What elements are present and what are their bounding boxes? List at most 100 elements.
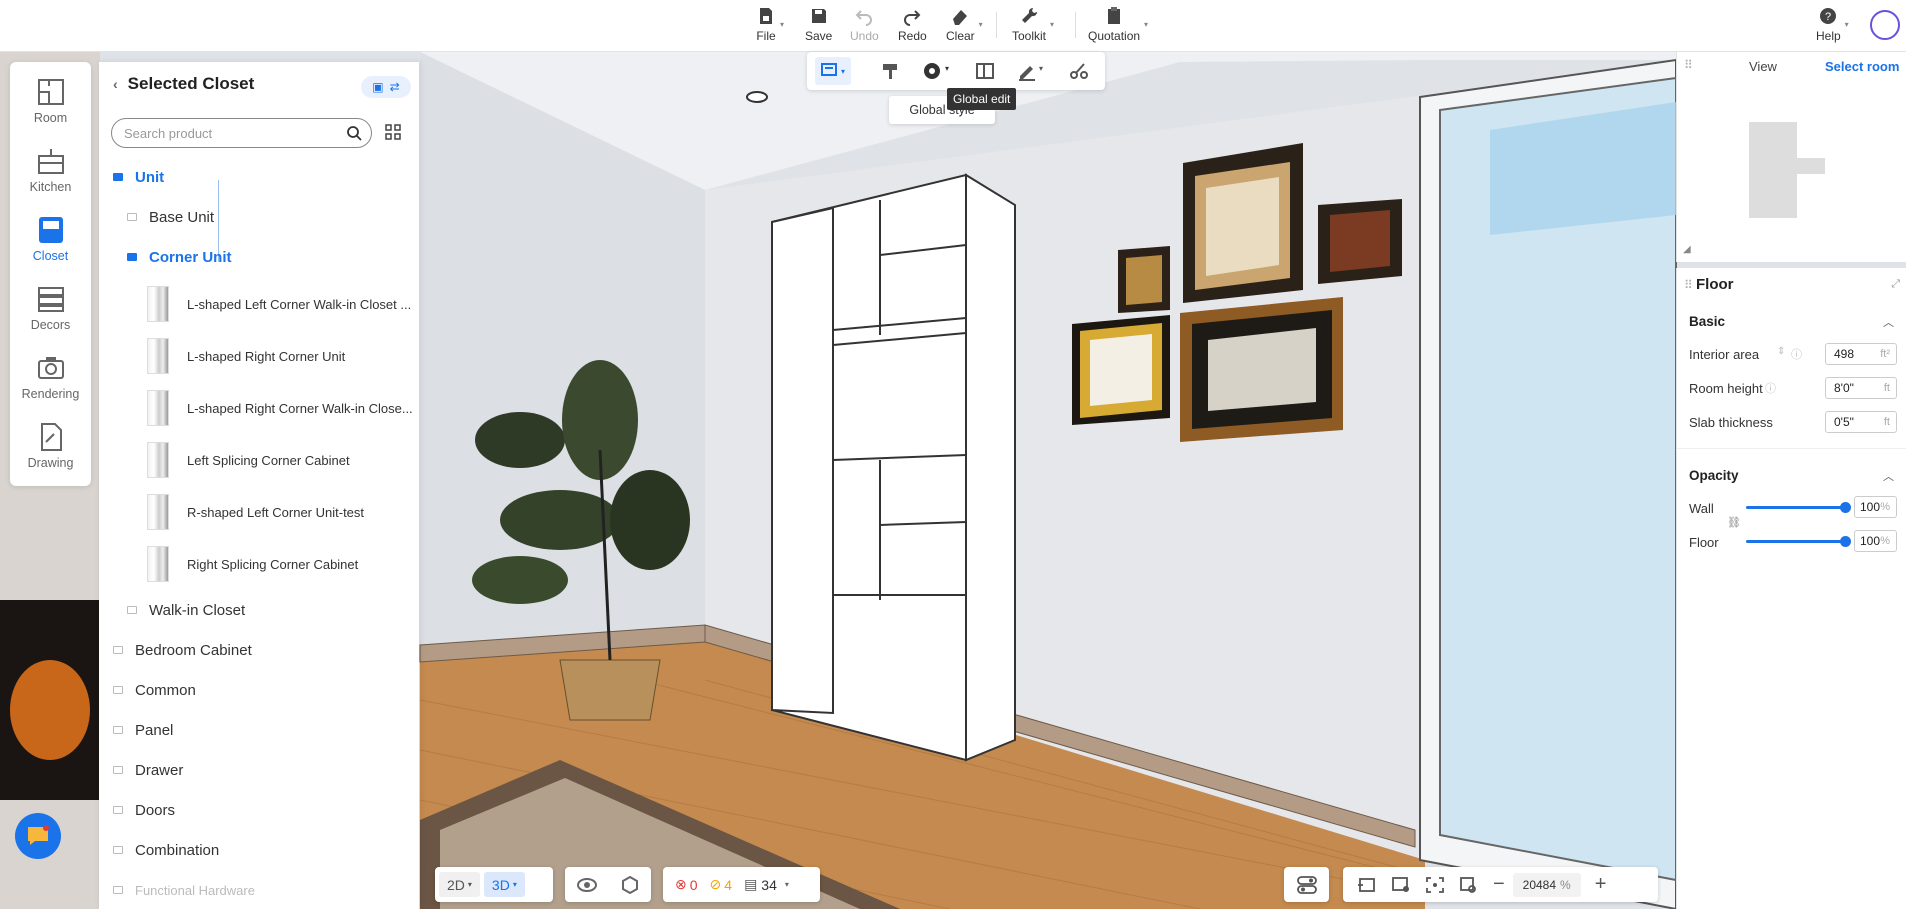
product-item[interactable]: R-shaped Left Corner Unit-test — [99, 486, 419, 538]
product-item[interactable]: Right Splicing Corner Cabinet — [99, 538, 419, 590]
search-input[interactable] — [111, 118, 372, 148]
wall-opacity-field[interactable]: 100% — [1854, 496, 1897, 518]
room-minimap[interactable] — [1749, 122, 1797, 218]
tree-item-category[interactable]: Common — [99, 672, 419, 708]
clear-button[interactable]: Clear ▾ — [946, 6, 983, 46]
zoom-value: 20484 — [1522, 877, 1557, 892]
product-item[interactable]: L-shaped Right Corner Unit — [99, 330, 419, 382]
tree-item-category[interactable]: Functional Hardware — [99, 872, 419, 908]
search-icon[interactable] — [346, 125, 362, 141]
product-item[interactable]: Left Splicing Corner Cabinet — [99, 434, 419, 486]
eye-icon[interactable] — [577, 877, 597, 892]
error-icon[interactable]: ⊗ — [675, 876, 687, 893]
tree-item-label: Corner Unit — [149, 248, 232, 266]
help-label: Help — [1816, 29, 1841, 43]
tree-item-label: Bedroom Cabinet — [135, 641, 252, 659]
closet-cabinet[interactable] — [771, 173, 1016, 762]
zoom-out-button[interactable]: − — [1493, 873, 1505, 896]
wrench-icon — [1022, 7, 1038, 23]
sidebar-item-kitchen[interactable]: Kitchen — [10, 137, 91, 203]
warning-icon[interactable]: ⊘ — [710, 876, 722, 893]
pen-icon[interactable] — [1017, 61, 1037, 81]
redo-label: Redo — [898, 29, 927, 43]
tree-item-category[interactable]: Combination — [99, 832, 419, 868]
quotation-button[interactable]: Quotation ▾ — [1088, 6, 1148, 46]
chevron-down-icon: ▾ — [779, 20, 784, 29]
items-icon[interactable]: ▤ — [744, 876, 757, 893]
tree-item-category[interactable]: Panel — [99, 712, 419, 748]
zoom-area-icon[interactable] — [1459, 876, 1479, 894]
drag-handle-icon[interactable]: ⠿ — [1684, 58, 1693, 72]
sidebar-item-drawing[interactable]: Drawing — [10, 413, 91, 479]
slab-thickness-label: Slab thickness — [1689, 415, 1773, 430]
product-name: Left Splicing Corner Cabinet — [187, 452, 350, 468]
cube-icon[interactable] — [621, 875, 639, 894]
drag-handle-icon[interactable]: ⠿ — [1684, 278, 1693, 292]
focus-icon[interactable] — [1425, 876, 1445, 894]
tree-item-walk-in-closet[interactable]: Walk-in Closet — [99, 592, 419, 628]
slider-knob[interactable] — [1840, 536, 1851, 547]
layout-icon[interactable] — [975, 61, 995, 81]
zoom-level-field[interactable]: 20484% — [1512, 872, 1581, 897]
chevron-up-icon[interactable]: ︿ — [1883, 314, 1894, 330]
interior-area-field[interactable]: 498 ft² — [1825, 343, 1897, 365]
global-edit-icon[interactable] — [922, 61, 942, 81]
folder-icon — [127, 253, 137, 261]
global-edit-tooltip: Global edit — [947, 88, 1017, 110]
tree-item-category[interactable]: Bedroom Cabinet — [99, 632, 419, 668]
wall-opacity-slider[interactable] — [1746, 502, 1851, 513]
tree-item-base-unit[interactable]: Base Unit — [99, 199, 419, 235]
box-icon: ▣ — [372, 80, 384, 94]
sidebar-item-closet[interactable]: Closet — [10, 206, 91, 272]
product-item[interactable]: L-shaped Left Corner Walk-in Closet ... — [99, 278, 419, 330]
field-value: 0'5" — [1834, 415, 1854, 429]
scissors-icon[interactable] — [1069, 61, 1089, 81]
view-settings-icon[interactable] — [1391, 876, 1411, 894]
room-height-field[interactable]: 8'0" ft — [1825, 377, 1897, 399]
select-mode-button[interactable]: ▾ — [815, 57, 851, 85]
tree-item-corner-unit[interactable]: Corner Unit — [99, 239, 419, 275]
sort-icon[interactable]: ⇕ — [1777, 346, 1785, 357]
resize-handle-icon[interactable]: ◢ — [1683, 244, 1691, 255]
expand-icon[interactable]: ⤢ — [1891, 278, 1900, 291]
link-icon[interactable]: ⛓ — [1727, 516, 1741, 529]
file-button[interactable]: File ▾ — [756, 6, 784, 46]
mode-3d-button[interactable]: 3D ▾ — [483, 872, 525, 897]
mode-2d-button[interactable]: 2D ▾ — [439, 872, 480, 897]
toggle-settings-icon[interactable] — [1296, 875, 1317, 894]
avatar[interactable] — [1870, 10, 1900, 40]
chevron-down-icon: ▾ — [784, 880, 789, 889]
chevron-up-icon[interactable]: ︿ — [1883, 468, 1894, 484]
slider-knob[interactable] — [1840, 502, 1851, 513]
redo-button[interactable]: Redo — [898, 6, 927, 46]
fit-view-icon[interactable] — [1357, 876, 1377, 894]
sidebar-item-room[interactable]: Room — [10, 68, 91, 134]
tree-item-category[interactable]: Doors — [99, 792, 419, 828]
save-button[interactable]: Save — [805, 6, 832, 46]
view-tab[interactable]: View — [1749, 59, 1777, 74]
chat-button[interactable] — [15, 813, 61, 859]
field-value: 8'0" — [1834, 381, 1854, 395]
tree-item-category[interactable]: Drawer — [99, 752, 419, 788]
toolkit-button[interactable]: Toolkit ▾ — [1012, 6, 1054, 46]
select-room-link[interactable]: Select room — [1825, 59, 1899, 74]
product-thumbnail — [147, 338, 169, 374]
grid-view-icon[interactable] — [385, 124, 401, 140]
floor-opacity-field[interactable]: 100% — [1854, 530, 1897, 552]
chevron-left-icon[interactable]: ‹ — [113, 76, 118, 92]
field-value: 100 — [1860, 500, 1881, 514]
field-value: 498 — [1834, 347, 1855, 361]
undo-button[interactable]: Undo — [850, 6, 879, 46]
sidebar-item-rendering[interactable]: Rendering — [10, 344, 91, 410]
slab-thickness-field[interactable]: 0'5" ft — [1825, 411, 1897, 433]
tree-item-unit[interactable]: Unit — [99, 159, 419, 195]
help-button[interactable]: ? Help ▾ — [1816, 6, 1849, 46]
paint-brush-icon[interactable] — [880, 61, 900, 81]
product-item[interactable]: L-shaped Right Corner Walk-in Close... — [99, 382, 419, 434]
sidebar-item-decors[interactable]: Decors — [10, 275, 91, 341]
minimap-panel: ⠿ View Select room ◢ — [1676, 52, 1906, 262]
zoom-in-button[interactable]: + — [1595, 873, 1607, 896]
switch-view-button[interactable]: ▣ ⇄ — [361, 76, 411, 98]
chevron-down-icon: ▾ — [467, 880, 472, 889]
floor-opacity-slider[interactable] — [1746, 536, 1851, 547]
